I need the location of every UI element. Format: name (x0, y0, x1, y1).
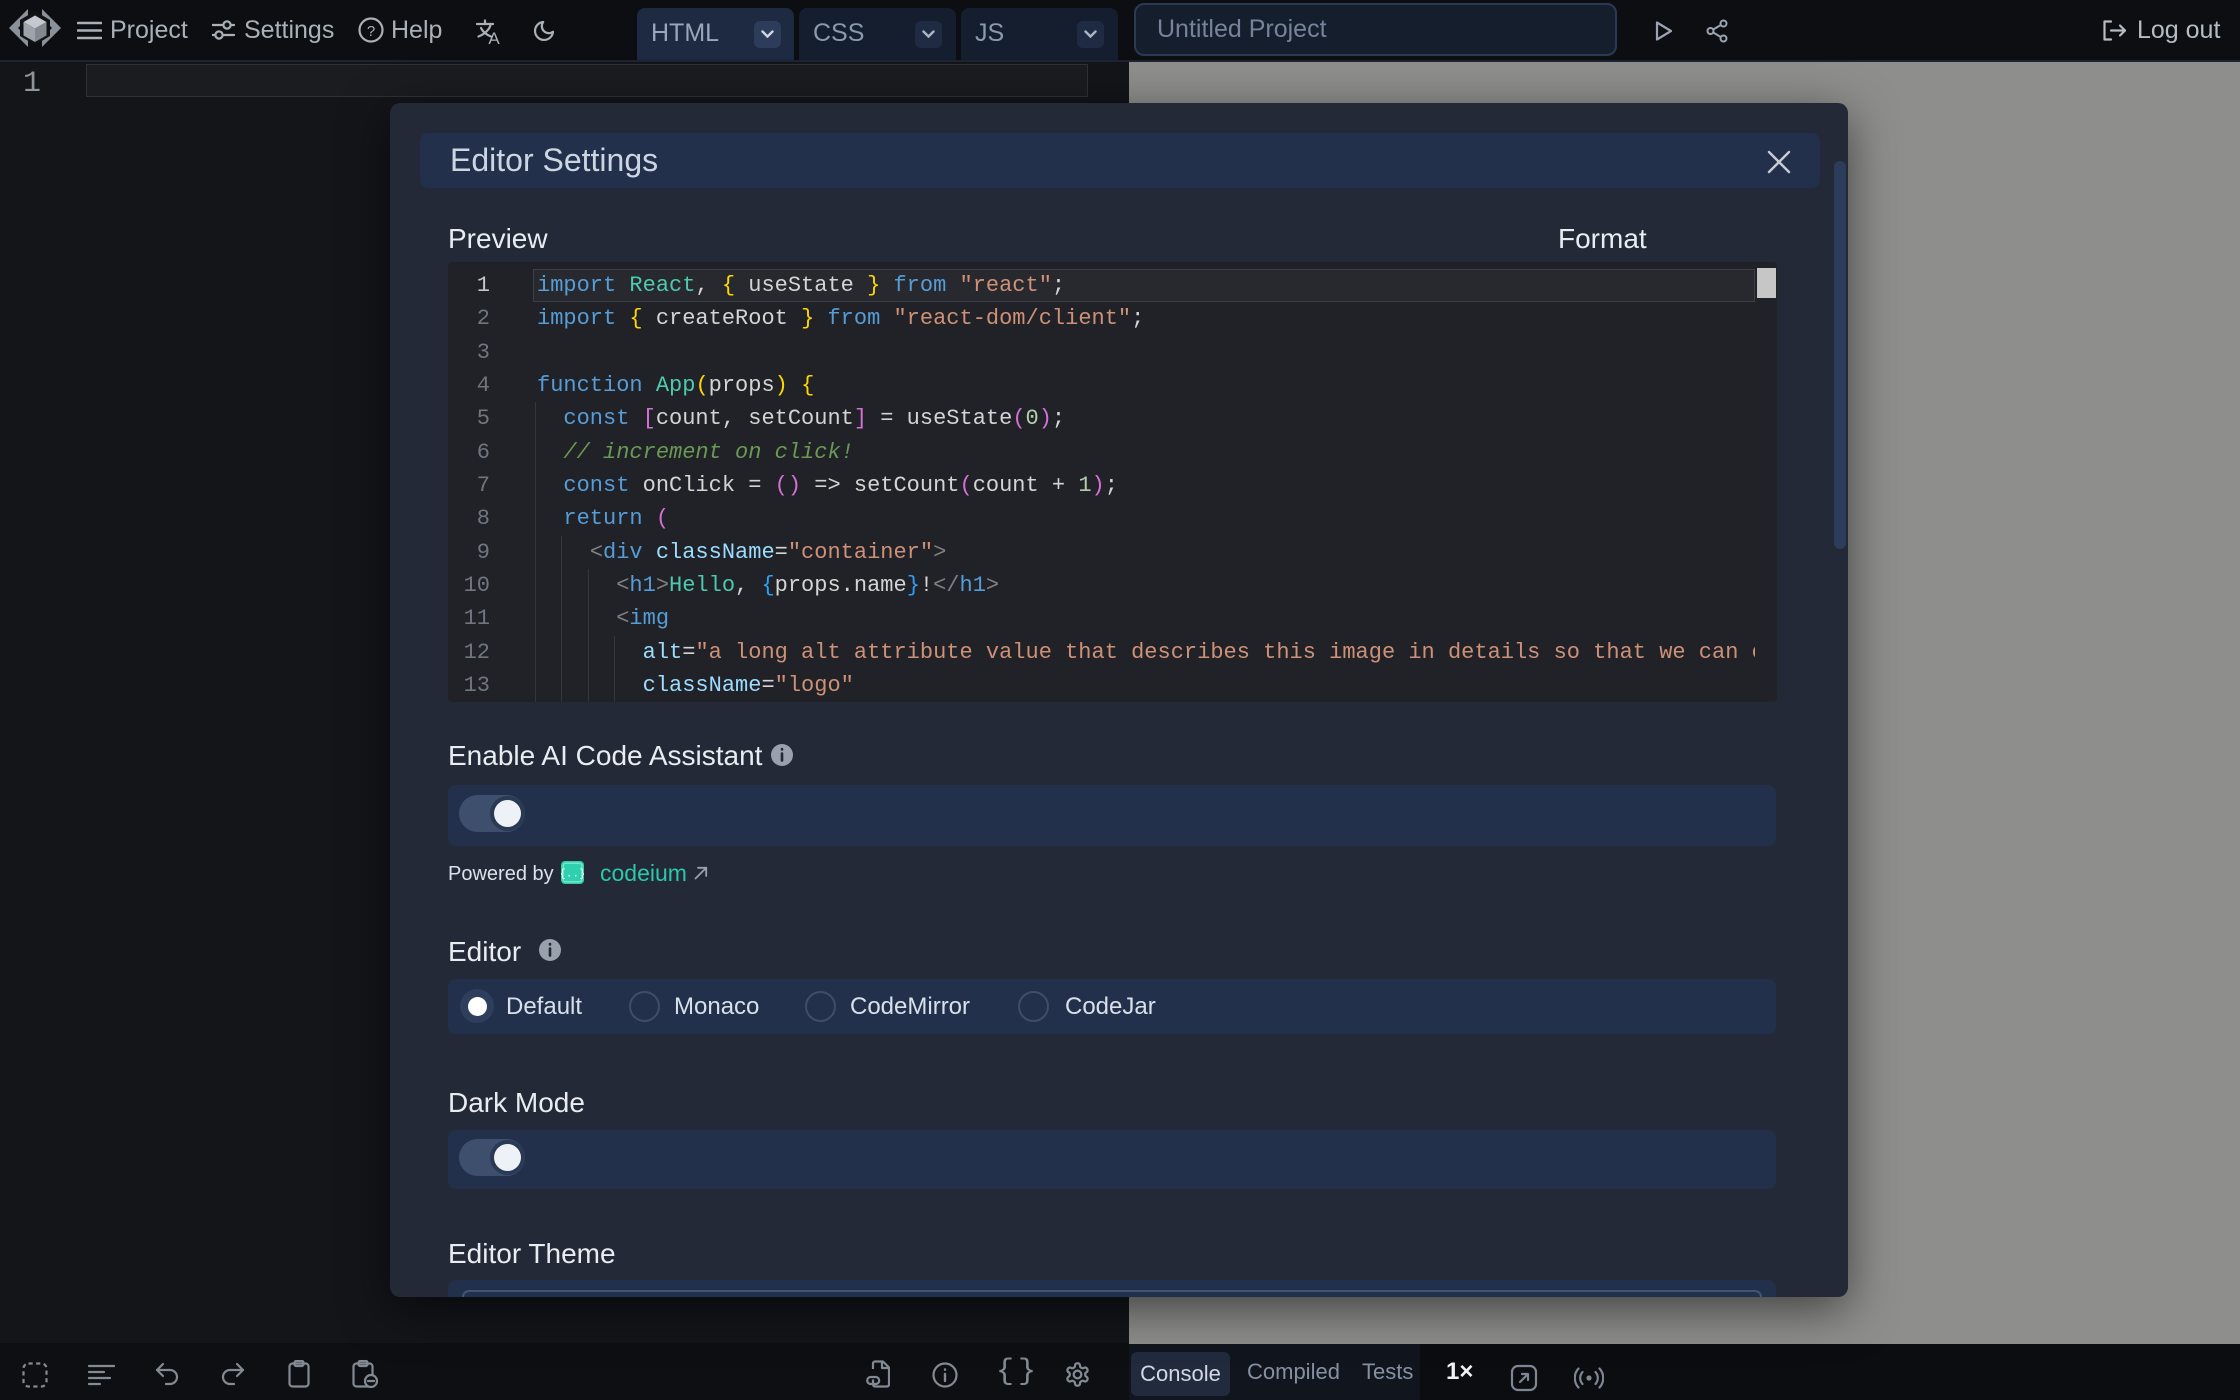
svg-text:?: ? (367, 23, 375, 40)
svg-text:{..}: {..} (561, 869, 584, 881)
svg-text:A: A (488, 29, 500, 45)
